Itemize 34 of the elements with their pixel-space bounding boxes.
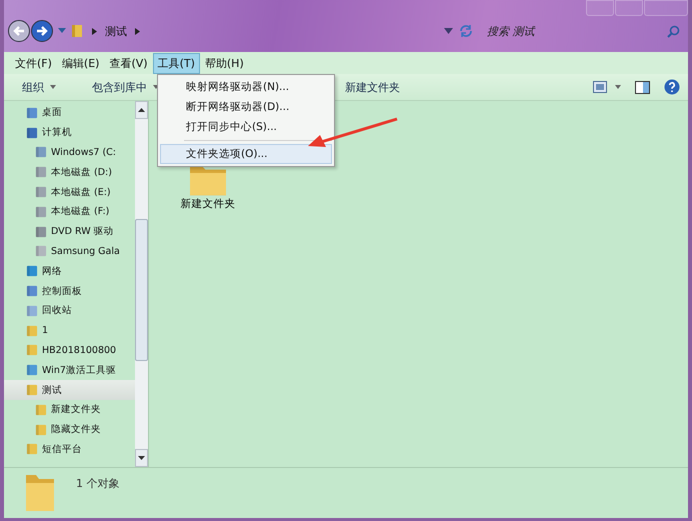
nav-item[interactable]: 测试: [4, 380, 135, 400]
breadcrumb-item[interactable]: 测试: [105, 24, 127, 38]
nav-item[interactable]: HB2018100800: [4, 340, 135, 360]
menu-item[interactable]: 工具(T): [152, 52, 200, 74]
nav-item[interactable]: Samsung Gala: [4, 242, 135, 262]
status-text: 1 个对象: [76, 476, 120, 491]
nav-item[interactable]: 短信平台: [4, 440, 135, 460]
nav-item[interactable]: Win7激活工具驱: [4, 360, 135, 380]
menu-item[interactable]: 文件(F): [10, 52, 57, 74]
menu-option[interactable]: 映射网络驱动器(N)...: [160, 77, 332, 97]
nav-item[interactable]: 桌面: [4, 103, 135, 123]
menu-item[interactable]: 编辑(E): [56, 52, 104, 74]
nav-item[interactable]: Windows7 (C:: [4, 142, 135, 162]
toolbar-button[interactable]: 组织: [16, 76, 62, 98]
nav-item[interactable]: 本地磁盘 (E:): [4, 182, 135, 202]
nav-item[interactable]: 本地磁盘 (D:): [4, 162, 135, 182]
nav-item[interactable]: 回收站: [4, 300, 135, 321]
nav-item[interactable]: 隐藏文件夹: [4, 420, 135, 440]
nav-item[interactable]: 计算机: [4, 122, 135, 143]
menu-option[interactable]: 文件夹选项(O)...: [160, 144, 332, 164]
search-field[interactable]: 搜索 测试: [485, 24, 667, 38]
nav-item[interactable]: 控制面板: [4, 281, 135, 301]
nav-item[interactable]: 本地磁盘 (F:): [4, 202, 135, 222]
menu-item[interactable]: 查看(V): [104, 52, 153, 74]
menu-item[interactable]: 帮助(H): [200, 52, 249, 74]
nav-item[interactable]: 新建文件夹: [4, 400, 135, 420]
nav-item[interactable]: 网络: [4, 261, 135, 282]
toolbar-button[interactable]: 新建文件夹: [339, 76, 406, 98]
menu-option[interactable]: 打开同步中心(S)...: [160, 117, 332, 137]
nav-item[interactable]: DVD RW 驱动: [4, 222, 135, 242]
folder-item[interactable]: 新建文件夹: [173, 161, 243, 211]
file-name: 新建文件夹: [180, 197, 236, 211]
nav-item[interactable]: 1: [4, 320, 135, 341]
menu-option[interactable]: 断开网络驱动器(D)...: [160, 97, 332, 117]
